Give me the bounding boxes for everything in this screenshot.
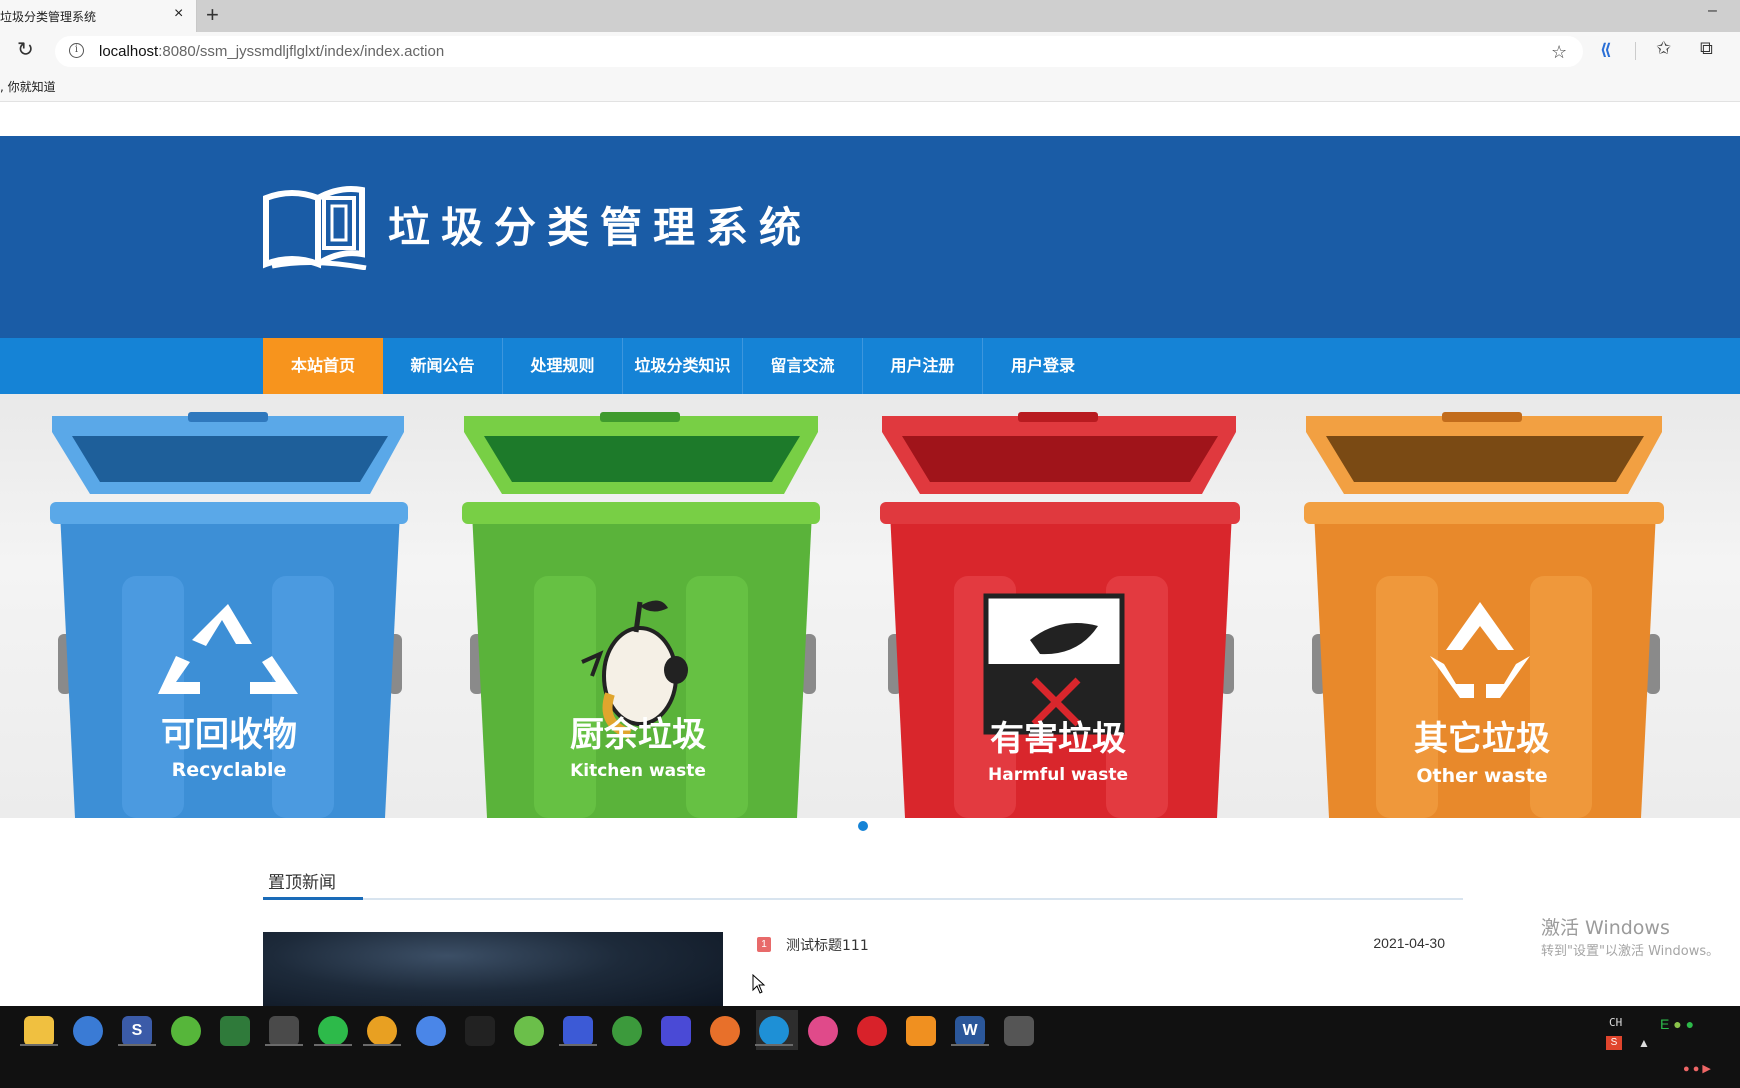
site-info-icon[interactable]: i: [69, 43, 84, 58]
news-section-title: 置顶新闻: [268, 873, 336, 893]
news-date: 2021-04-30: [1373, 935, 1445, 951]
extension-icon[interactable]: ⟪: [1600, 40, 1612, 60]
book-logo-icon: [263, 186, 367, 270]
url-host: localhost: [99, 43, 159, 60]
tray-icons[interactable]: E ● ●: [1660, 1016, 1694, 1032]
tab-close-icon[interactable]: ×: [174, 5, 183, 23]
running-indicator: [363, 1044, 401, 1046]
browser-tab[interactable]: 垃圾分类管理系统 ×: [0, 0, 197, 32]
favorites-icon[interactable]: ✩: [1656, 38, 1671, 59]
app-icon-s[interactable]: S: [122, 1016, 152, 1046]
app-leaf-icon[interactable]: [171, 1016, 201, 1046]
banner-slider[interactable]: 可回收物 Recyclable 厨余垃圾 Kitchen waste 有害垃圾 …: [0, 394, 1740, 818]
bin-label-cn: 厨余垃圾: [570, 715, 706, 755]
kitchen-bin: [462, 412, 820, 818]
url-text[interactable]: localhost:8080/ssm_jyssmdljflglxt/index/…: [99, 43, 444, 60]
edge-icon[interactable]: [759, 1016, 789, 1046]
add-favorite-icon[interactable]: ☆: [1551, 42, 1567, 63]
url-path: :8080/ssm_jyssmdljflglxt/index/index.act…: [158, 43, 445, 60]
app-orange-icon[interactable]: [906, 1016, 936, 1046]
bin-label-en: Recyclable: [172, 759, 287, 781]
app-green-icon[interactable]: [514, 1016, 544, 1046]
news-tab[interactable]: 置顶新闻: [263, 864, 363, 900]
windows-activation-subtitle: 转到"设置"以激活 Windows。: [1541, 944, 1720, 959]
new-tab-icon[interactable]: +: [206, 2, 219, 28]
site-header: 垃圾分类管理系统: [0, 136, 1740, 338]
site-title: 垃圾分类管理系统: [388, 203, 813, 252]
bookmark-item[interactable]: , 你就知道: [0, 78, 56, 95]
nav-item-messages[interactable]: 留言交流: [743, 338, 863, 394]
file-explorer-icon[interactable]: [24, 1016, 54, 1046]
taskbar: S W CH S ▲ E ● ● ● ● ▶: [0, 1006, 1740, 1088]
running-indicator: [20, 1044, 58, 1046]
nav-item-home[interactable]: 本站首页: [263, 338, 383, 394]
wechat-icon[interactable]: [318, 1016, 348, 1046]
app-tree-icon[interactable]: [220, 1016, 250, 1046]
bin-label-cn: 其它垃圾: [1414, 719, 1550, 759]
browser-globe-icon[interactable]: [73, 1016, 103, 1046]
bin-label-en: Kitchen waste: [570, 761, 706, 781]
input-language-indicator[interactable]: CH: [1609, 1016, 1622, 1029]
editor-icon[interactable]: [661, 1016, 691, 1046]
nav-item-rules[interactable]: 处理规则: [503, 338, 623, 394]
running-indicator: [265, 1044, 303, 1046]
tray-expand-icon[interactable]: ▲: [1638, 1036, 1650, 1050]
bin-label-cn: 有害垃圾: [990, 719, 1126, 759]
news-rank-badge: 1: [757, 937, 771, 952]
firefox-icon[interactable]: [710, 1016, 740, 1046]
recyclable-bin: [50, 412, 408, 818]
nav-item-knowledge[interactable]: 垃圾分类知识: [623, 338, 743, 394]
intellij-icon[interactable]: [563, 1016, 593, 1046]
running-indicator: [559, 1044, 597, 1046]
news-section-header: 置顶新闻: [263, 864, 1463, 900]
slider-dot[interactable]: [858, 821, 868, 831]
main-nav: 本站首页 新闻公告 处理规则 垃圾分类知识 留言交流 用户注册 用户登录: [0, 338, 1740, 394]
bin-label-en: Harmful waste: [988, 765, 1128, 785]
terminal-icon[interactable]: [1004, 1016, 1034, 1046]
bin-label-cn: 可回收物: [161, 715, 297, 755]
chromium-icon[interactable]: [416, 1016, 446, 1046]
top-strip: [0, 102, 1740, 136]
toolbar-divider: [1635, 42, 1636, 60]
qq-icon[interactable]: [465, 1016, 495, 1046]
news-image[interactable]: [263, 932, 723, 1006]
opera-icon[interactable]: [857, 1016, 887, 1046]
tab-title: 垃圾分类管理系统: [0, 10, 97, 24]
tools-icon[interactable]: [269, 1016, 299, 1046]
bookmarks-bar: , 你就知道: [0, 72, 1740, 102]
tray-icons-row2[interactable]: ● ● ▶: [1683, 1062, 1711, 1075]
collections-icon[interactable]: ⧉: [1700, 38, 1713, 59]
mouse-cursor-icon: [752, 974, 766, 994]
address-bar: ↻ i localhost:8080/ssm_jyssmdljflglxt/in…: [0, 32, 1740, 72]
app-colorful-icon[interactable]: [808, 1016, 838, 1046]
news-list-item[interactable]: 1 测试标题111 2021-04-30: [757, 934, 1445, 958]
running-indicator: [951, 1044, 989, 1046]
ime-icon[interactable]: S: [1606, 1036, 1622, 1050]
minimize-icon[interactable]: –: [1708, 2, 1717, 20]
app-leaf2-icon[interactable]: [612, 1016, 642, 1046]
running-indicator: [314, 1044, 352, 1046]
running-indicator: [118, 1044, 156, 1046]
running-indicator: [755, 1044, 793, 1046]
web-page: 垃圾分类管理系统 本站首页 新闻公告 处理规则 垃圾分类知识 留言交流 用户注册…: [0, 102, 1740, 1006]
reload-icon[interactable]: ↻: [17, 40, 37, 60]
windows-activation-title: 激活 Windows: [1541, 917, 1670, 939]
chrome-icon[interactable]: [367, 1016, 397, 1046]
hazard-icon: [983, 593, 1125, 735]
nav-item-news[interactable]: 新闻公告: [383, 338, 503, 394]
bin-label-en: Other waste: [1416, 765, 1547, 787]
tab-bar: 垃圾分类管理系统 × + –: [0, 0, 1740, 32]
nav-item-login[interactable]: 用户登录: [983, 338, 1103, 394]
news-title-link[interactable]: 测试标题111: [786, 935, 869, 955]
banner-image: 可回收物 Recyclable 厨余垃圾 Kitchen waste 有害垃圾 …: [50, 412, 1664, 818]
nav-item-register[interactable]: 用户注册: [863, 338, 983, 394]
url-field[interactable]: i localhost:8080/ssm_jyssmdljflglxt/inde…: [55, 36, 1583, 67]
word-icon[interactable]: W: [955, 1016, 985, 1046]
